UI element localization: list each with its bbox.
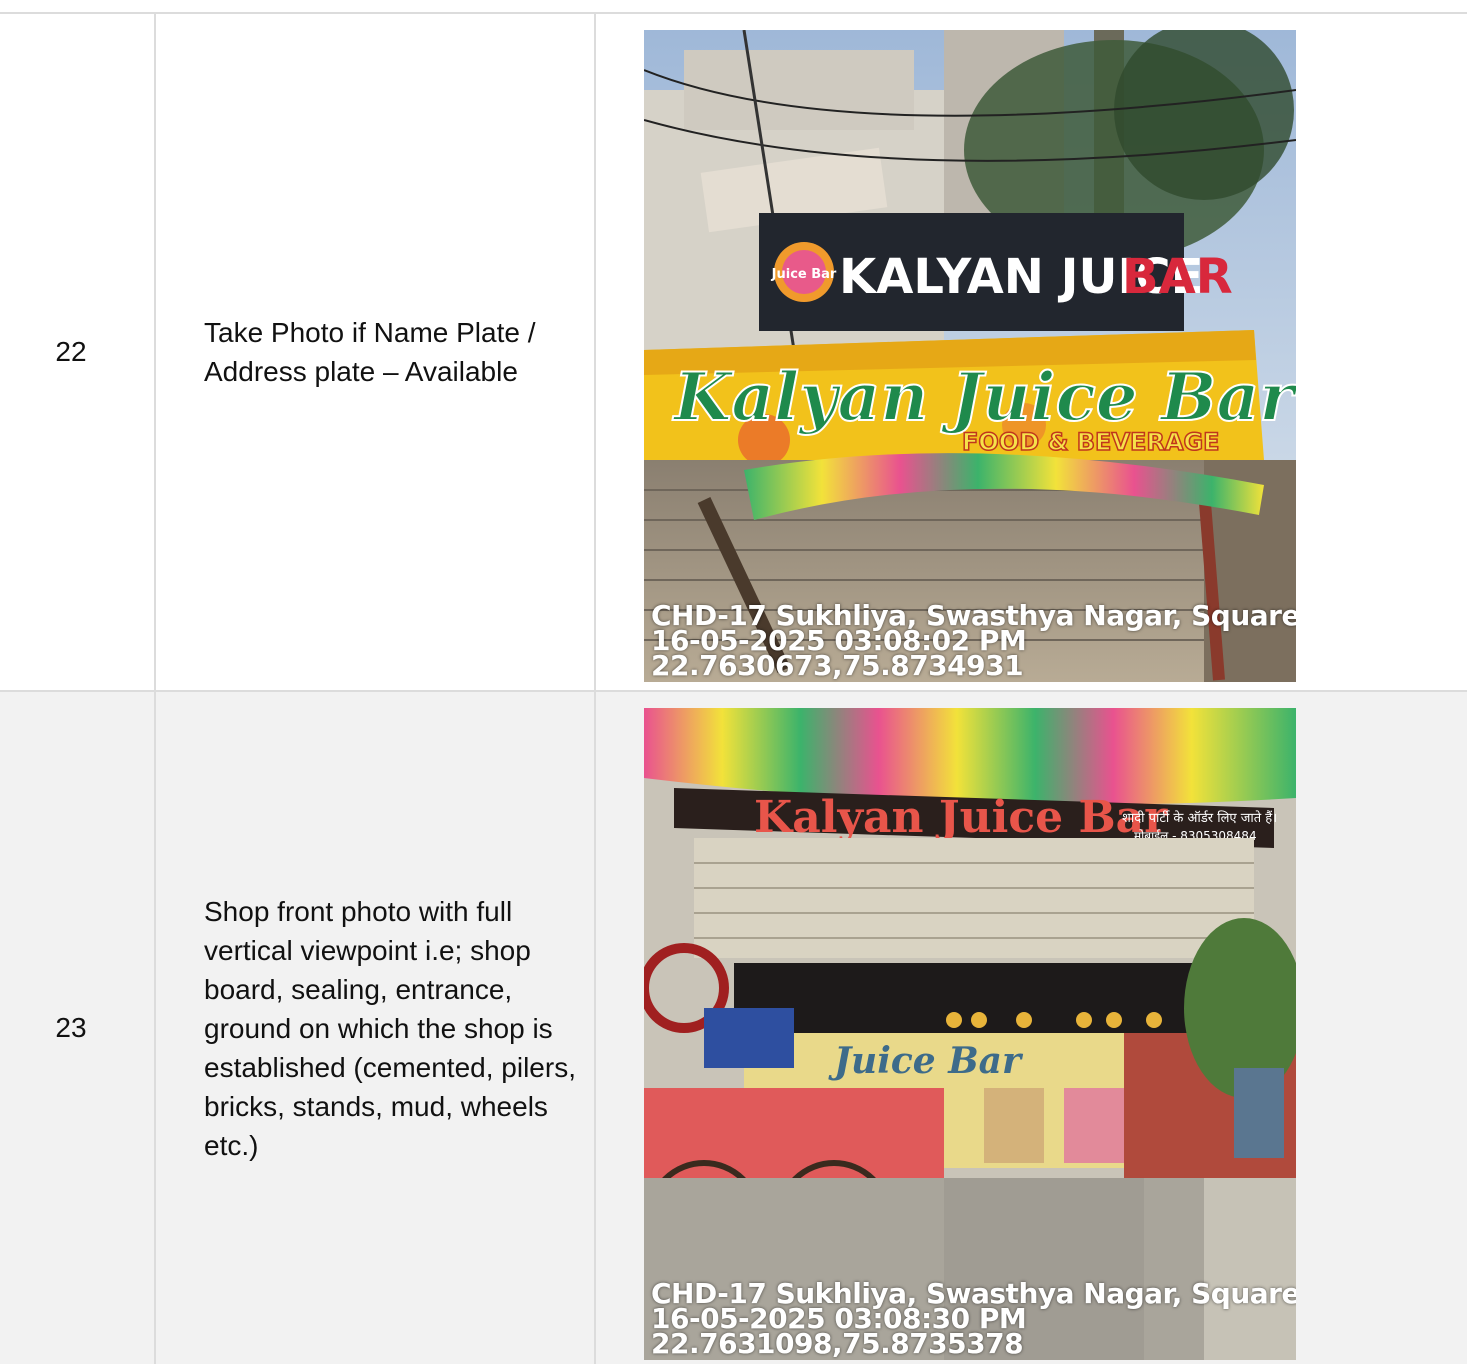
sign-logo-text: Juice Bar	[771, 267, 837, 282]
row-number: 22	[55, 336, 87, 367]
banner-subtitle: FOOD & BEVERAGE	[962, 428, 1220, 456]
row-number-cell: 23	[0, 692, 156, 1364]
table-row: 22 Take Photo if Name Plate / Address pl…	[0, 14, 1467, 692]
photo-geo-stamp: CHD-17 Sukhliya, Swasthya Nagar, Square,…	[651, 602, 1296, 682]
counter-sign: Juice Bar	[828, 1040, 1024, 1082]
name-plate-photo[interactable]: Juice Bar KALYAN JUICE BAR Kalyan Juice …	[644, 30, 1296, 682]
row-number-cell: 22	[0, 14, 156, 690]
banner-title: Kalyan Juice Bar	[672, 358, 1296, 436]
row-photo-cell: Kalyan Juice Bar शादी पार्टी के ऑर्डर लि…	[596, 692, 1467, 1364]
table-row: 23 Shop front photo with full vertical v…	[0, 692, 1467, 1364]
row-description-cell: Shop front photo with full vertical view…	[156, 692, 596, 1364]
row-number: 23	[55, 1012, 87, 1043]
row-description: Shop front photo with full vertical view…	[204, 895, 576, 1161]
row-photo-cell: Juice Bar KALYAN JUICE BAR Kalyan Juice …	[596, 14, 1467, 690]
stamp-coords: 22.7630673,75.8734931	[651, 649, 1024, 682]
shop-front-photo-drawing: Kalyan Juice Bar शादी पार्टी के ऑर्डर लि…	[644, 708, 1296, 1360]
sign-accent-text: BAR	[1122, 249, 1233, 305]
row-description: Take Photo if Name Plate / Address plate…	[204, 317, 536, 387]
survey-table: 22 Take Photo if Name Plate / Address pl…	[0, 12, 1467, 1364]
photo-geo-stamp: CHD-17 Sukhliya, Swasthya Nagar, Square,…	[651, 1280, 1296, 1360]
board-hindi: शादी पार्टी के ऑर्डर लिए जाते हैं।	[1122, 810, 1277, 826]
row-description-cell: Take Photo if Name Plate / Address plate…	[156, 14, 596, 690]
shop-front-photo[interactable]: Kalyan Juice Bar शादी पार्टी के ऑर्डर लि…	[644, 708, 1296, 1360]
stamp-coords: 22.7631098,75.8735378	[651, 1327, 1024, 1360]
name-plate-photo-drawing: Juice Bar KALYAN JUICE BAR Kalyan Juice …	[644, 30, 1296, 682]
board-title: Kalyan Juice Bar	[754, 792, 1168, 843]
